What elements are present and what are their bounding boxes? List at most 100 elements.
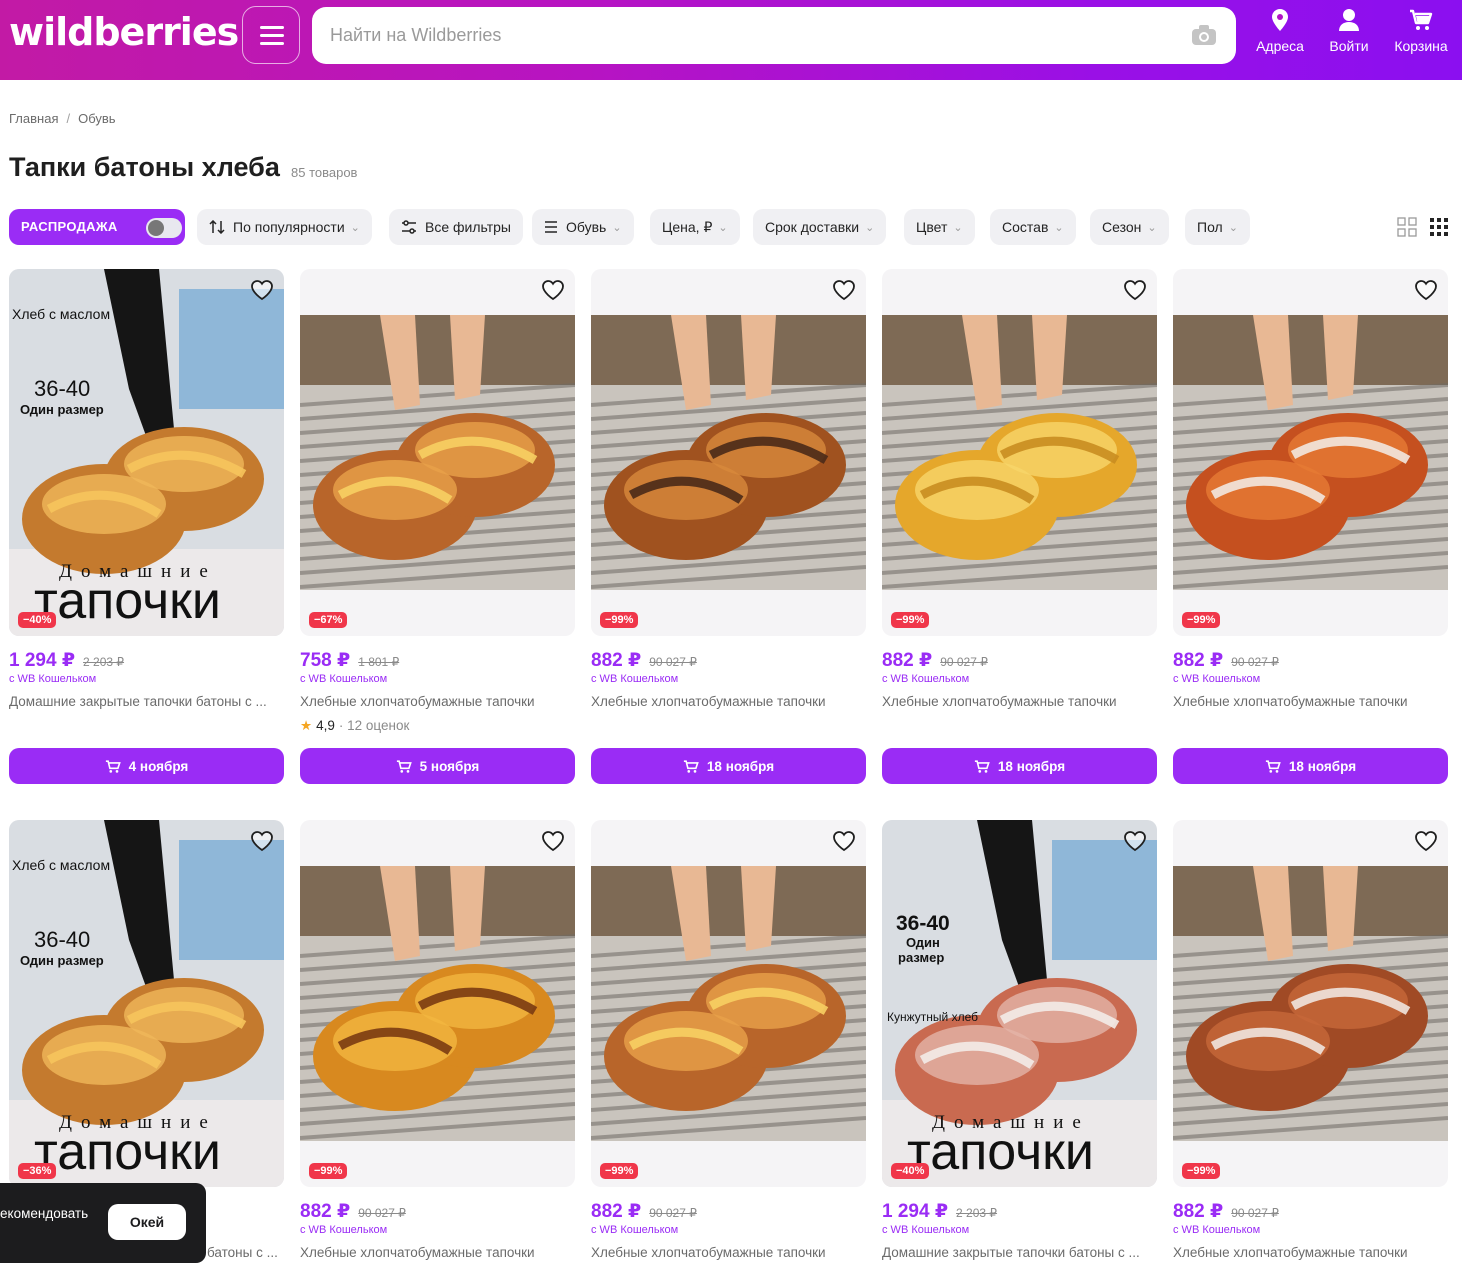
product-title[interactable]: Хлебные хлопчатобумажные тапочки (882, 694, 1157, 709)
product-image[interactable]: −99% (1173, 269, 1448, 636)
heart-icon[interactable] (250, 279, 274, 301)
product-image[interactable]: −99% (1173, 820, 1448, 1187)
product-title[interactable]: батоны с ... (207, 1245, 284, 1260)
wildberries-logo[interactable]: wildberries (9, 10, 239, 54)
composition-filter[interactable]: Состав ⌄ (990, 209, 1076, 245)
product-title[interactable]: Хлебные хлопчатобумажные тапочки (591, 1245, 866, 1260)
old-price: 2 203 ₽ (956, 1206, 998, 1220)
product-image[interactable]: 36-40 Один размер Кунжутный хлеб Домашние тап… (882, 820, 1157, 1187)
grid-small-icon[interactable] (1429, 217, 1449, 237)
color-filter[interactable]: Цвет ⌄ (904, 209, 975, 245)
product-title[interactable]: Домашние закрытые тапочки батоны с ... (882, 1245, 1157, 1260)
current-price: 882 ₽ (591, 650, 642, 671)
heart-icon[interactable] (541, 830, 565, 852)
product-photo[interactable] (591, 315, 866, 590)
burger-line (260, 26, 284, 29)
old-price: 90 027 ₽ (940, 655, 988, 669)
add-to-cart-button[interactable]: 18 ноября (591, 748, 866, 784)
current-price: 882 ₽ (1173, 650, 1224, 671)
add-to-cart-button[interactable]: 5 ноября (300, 748, 575, 784)
product-photo[interactable] (882, 315, 1157, 590)
product-image[interactable]: −99% (591, 820, 866, 1187)
product-image[interactable]: Хлеб с маслом 36-40 Один размер Домашние тап… (9, 269, 284, 636)
heart-icon[interactable] (1123, 830, 1147, 852)
delivery-filter-label: Срок доставки (765, 219, 860, 235)
category-filter[interactable]: Обувь ⌄ (532, 209, 634, 245)
price-filter[interactable]: Цена, ₽ ⌄ (650, 209, 740, 245)
chevron-down-icon: ⌄ (718, 221, 728, 234)
rating-value: 4,9 (316, 718, 335, 733)
cart-icon (105, 759, 121, 773)
overlay-headline: тапочки (907, 1123, 1094, 1181)
add-to-cart-button[interactable]: 18 ноября (1173, 748, 1448, 784)
product-photo[interactable] (300, 315, 575, 590)
heart-icon[interactable] (832, 830, 856, 852)
all-filters-button[interactable]: Все фильтры (389, 209, 523, 245)
product-photo[interactable] (1173, 315, 1448, 590)
product-image[interactable]: Хлеб с маслом 36-40 Один размер Домашние тап… (9, 820, 284, 1187)
product-image[interactable]: −99% (882, 269, 1157, 636)
delivery-date: 18 ноября (1288, 758, 1357, 774)
wallet-note: с WB Кошельком (591, 673, 679, 685)
ok-button[interactable]: Окей (108, 1204, 186, 1240)
chevron-down-icon: ⌄ (1147, 221, 1157, 234)
discount-badge: −99% (600, 1163, 639, 1179)
delivery-date: 18 ноября (706, 758, 775, 774)
product-title[interactable]: Хлебные хлопчатобумажные тапочки (300, 694, 575, 709)
heart-icon[interactable] (832, 279, 856, 301)
season-filter[interactable]: Сезон ⌄ (1090, 209, 1169, 245)
cookie-toast: екомендовать Окей (0, 1183, 206, 1263)
delivery-filter[interactable]: Срок доставки ⌄ (753, 209, 887, 245)
cart-button[interactable]: Корзина (1391, 8, 1451, 68)
add-to-cart-button[interactable]: 4 ноября (9, 748, 284, 784)
cart-label: Корзина (1394, 38, 1448, 54)
cart-icon (683, 759, 699, 773)
product-image[interactable]: −99% (591, 269, 866, 636)
heart-icon[interactable] (1123, 279, 1147, 301)
rating-count: · 12 оценок (338, 718, 410, 733)
search-box (312, 7, 1236, 64)
add-to-cart-button[interactable]: 18 ноября (882, 748, 1157, 784)
heart-icon[interactable] (250, 830, 274, 852)
heart-icon[interactable] (1414, 830, 1438, 852)
product-title[interactable]: Хлебные хлопчатобумажные тапочки (591, 694, 866, 709)
burger-line (260, 42, 284, 45)
product-title[interactable]: Хлебные хлопчатобумажные тапочки (300, 1245, 575, 1260)
sort-dropdown[interactable]: По популярности ⌄ (197, 209, 372, 245)
menu-button[interactable] (242, 6, 300, 64)
product-image[interactable]: −67% (300, 269, 575, 636)
heart-icon[interactable] (541, 279, 565, 301)
breadcrumb-home[interactable]: Главная (9, 111, 58, 126)
sale-toggle[interactable]: РАСПРОДАЖА (9, 209, 185, 245)
product-title[interactable]: Домашние закрытые тапочки батоны с ... (9, 694, 284, 709)
overlay-size-note: Один (906, 935, 940, 950)
product-title[interactable]: Хлебные хлопчатобумажные тапочки (1173, 1245, 1448, 1260)
product-count: 85 товаров (291, 165, 358, 180)
product-price: 882 ₽ 90 027 ₽ (1173, 1200, 1279, 1223)
search-input[interactable] (330, 7, 1170, 64)
current-price: 1 294 ₽ (9, 650, 76, 671)
chevron-down-icon: ⌄ (612, 221, 622, 234)
product-photo[interactable] (1173, 866, 1448, 1141)
delivery-date: 4 ноября (128, 758, 189, 774)
heart-icon[interactable] (1414, 279, 1438, 301)
product-photo[interactable] (591, 866, 866, 1141)
product-photo[interactable] (300, 866, 575, 1141)
camera-icon[interactable] (1191, 24, 1217, 46)
chevron-down-icon: ⌄ (350, 221, 360, 234)
product-image[interactable]: −99% (300, 820, 575, 1187)
wallet-note: с WB Кошельком (882, 673, 970, 685)
breadcrumb-category[interactable]: Обувь (78, 111, 115, 126)
login-button[interactable]: Войти (1325, 8, 1373, 68)
old-price: 90 027 ₽ (649, 1206, 697, 1220)
overlay-caption: Хлеб с маслом (12, 306, 111, 322)
gender-filter[interactable]: Пол ⌄ (1185, 209, 1250, 245)
product-title[interactable]: Хлебные хлопчатобумажные тапочки (1173, 694, 1448, 709)
product-rating: ★ 4,9 · 12 оценок (300, 718, 409, 734)
product-price: 882 ₽ 90 027 ₽ (591, 649, 697, 672)
product-price: 882 ₽ 90 027 ₽ (591, 1200, 697, 1223)
grid-large-icon[interactable] (1397, 217, 1417, 237)
addresses-button[interactable]: Адреса (1254, 8, 1306, 68)
sale-switch[interactable] (146, 218, 182, 238)
product-price: 882 ₽ 90 027 ₽ (300, 1200, 406, 1223)
